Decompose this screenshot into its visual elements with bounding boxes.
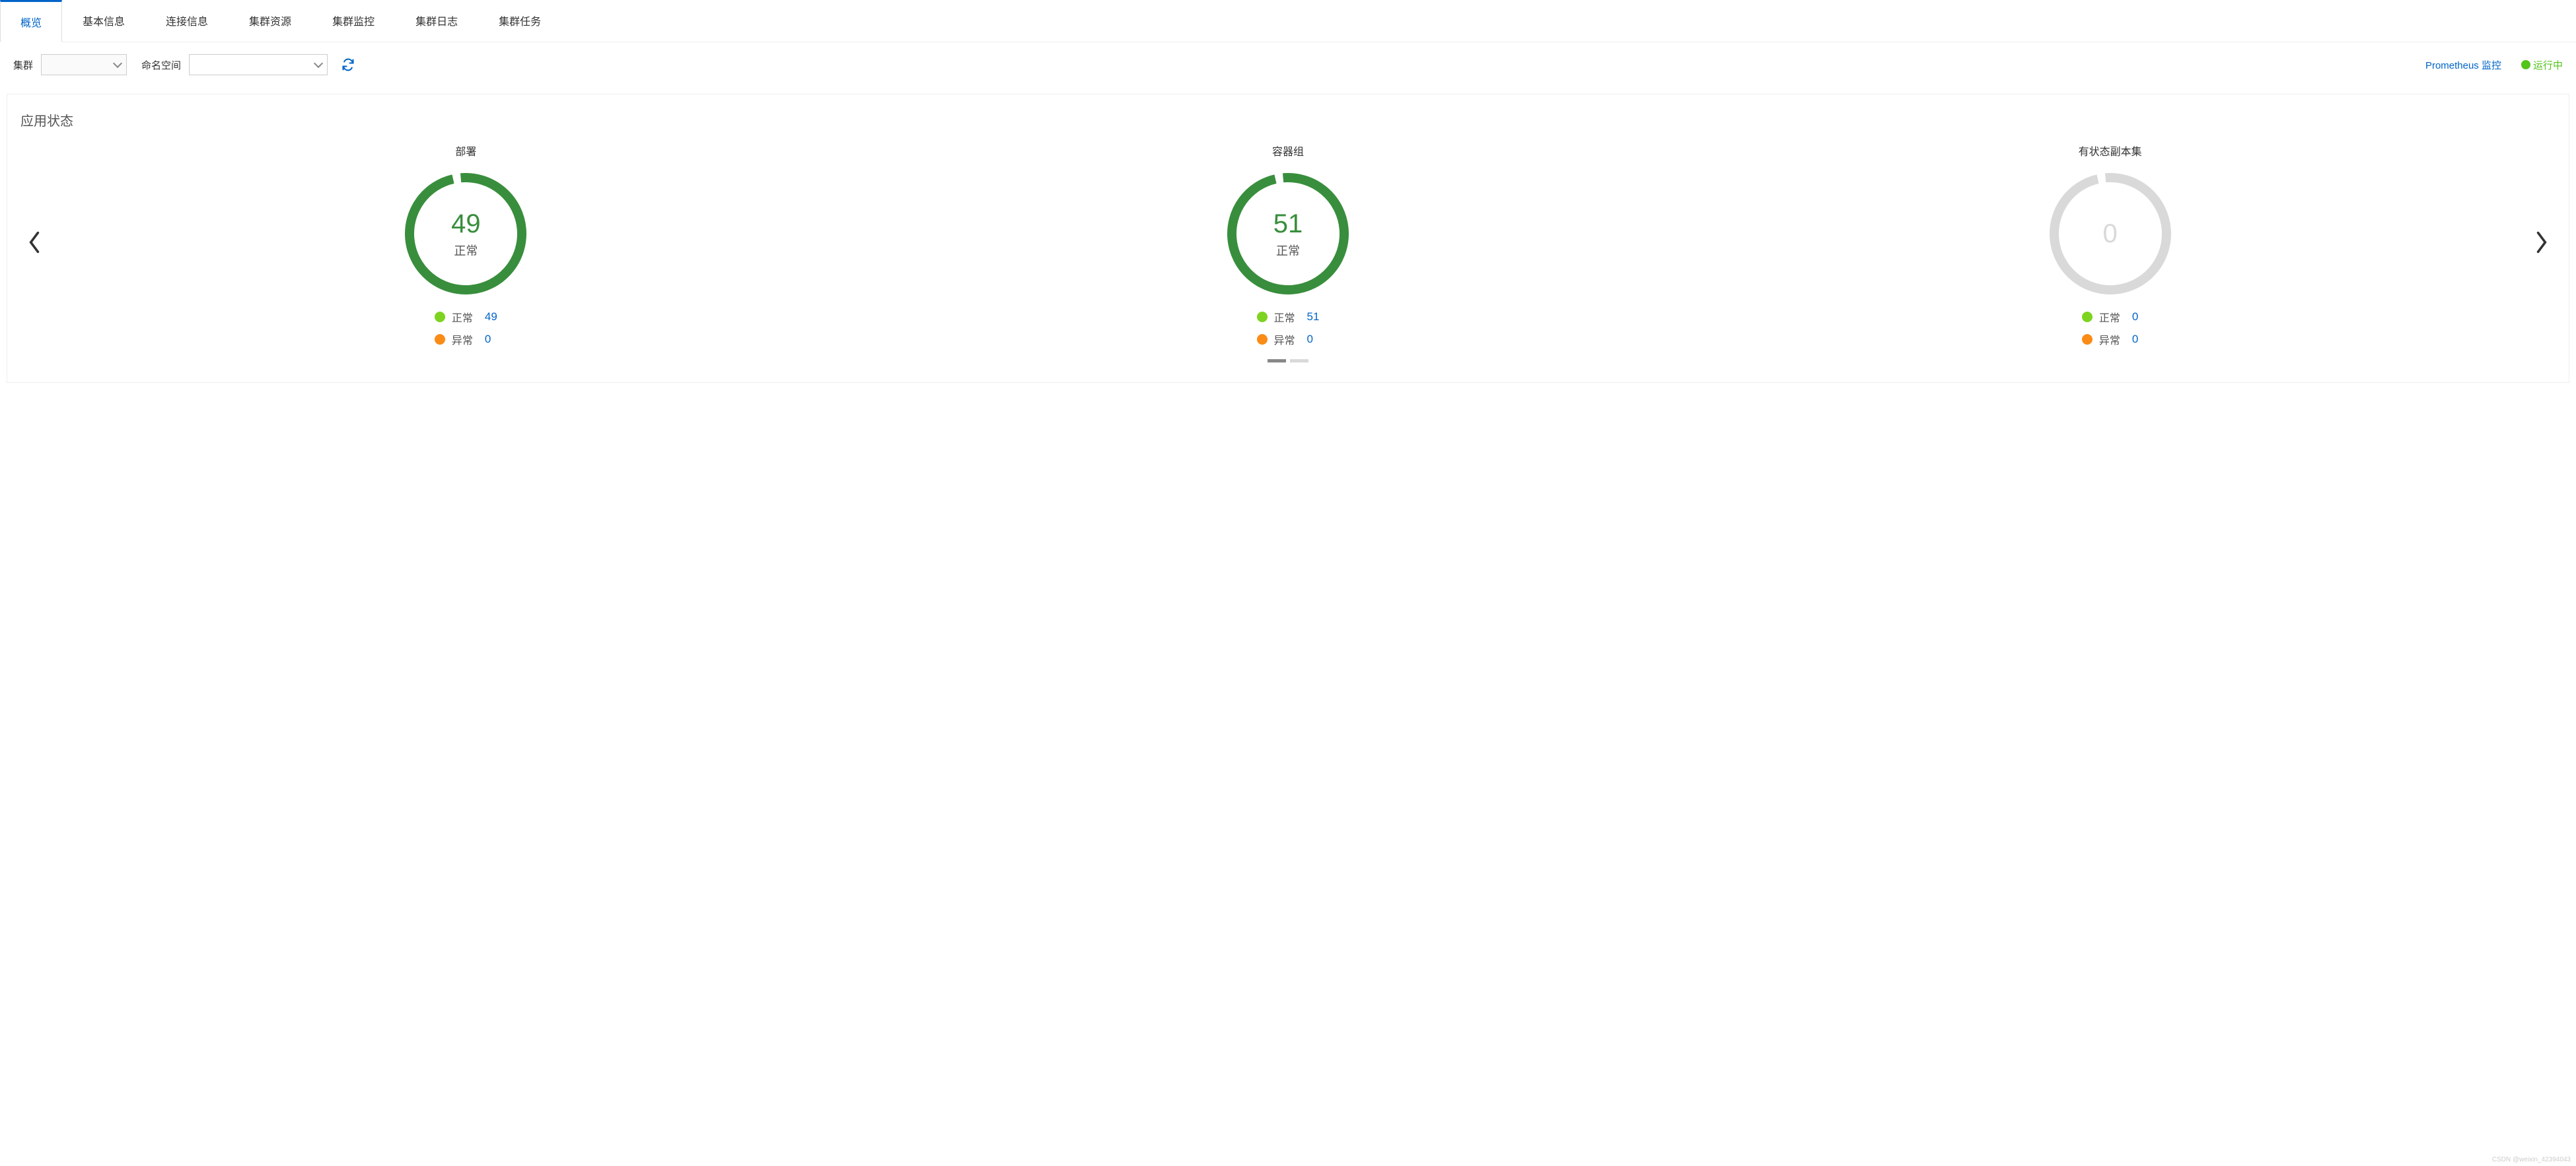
legend-value: 0 — [1307, 333, 1313, 346]
ring-value: 49 — [451, 209, 481, 239]
chevron-down-icon — [113, 59, 122, 68]
legend-dot-icon — [1257, 312, 1268, 322]
section-title: 应用状态 — [20, 110, 2556, 129]
status-label: 运行中 — [2533, 58, 2563, 72]
toolbar: 集群 命名空间 Prometheus 监控 运行中 — [0, 42, 2576, 87]
ring-chart: 49 正常 — [400, 168, 532, 300]
panel-title: 容器组 — [1272, 143, 1304, 158]
legend-row-0[interactable]: 正常 51 — [1257, 309, 1320, 325]
legend-value: 0 — [2132, 310, 2138, 324]
ring-chart: 0 — [2044, 168, 2176, 300]
app-status-card: 应用状态 部署49正常正常49异常0容器组51正常正常51异常0有状态副本集0正… — [7, 94, 2569, 383]
legend-value: 49 — [485, 310, 497, 324]
tab-2[interactable]: 连接信息 — [145, 0, 229, 42]
cluster-label: 集群 — [13, 58, 33, 72]
tab-5[interactable]: 集群日志 — [395, 0, 478, 42]
legend-label: 异常 — [2099, 331, 2126, 347]
legend-label: 正常 — [452, 309, 478, 325]
legend-dot-icon — [2082, 312, 2093, 322]
ring-value: 0 — [2103, 219, 2118, 249]
legend-value: 51 — [1307, 310, 1320, 324]
legend-value: 0 — [485, 333, 491, 346]
page-indicator-0[interactable] — [1268, 359, 1286, 362]
legend-label: 异常 — [1274, 331, 1301, 347]
status-panel-1: 容器组51正常正常51异常0 — [1222, 143, 1354, 347]
carousel-pagination — [20, 359, 2556, 362]
carousel: 部署49正常正常49异常0容器组51正常正常51异常0有状态副本集0正常0异常0 — [20, 143, 2556, 347]
legend: 正常 51 异常 0 — [1257, 309, 1320, 347]
cluster-select[interactable] — [41, 54, 127, 75]
refresh-icon[interactable] — [341, 57, 355, 72]
chevron-down-icon — [314, 59, 323, 68]
status-panel-0: 部署49正常正常49异常0 — [400, 143, 532, 347]
tab-0[interactable]: 概览 — [0, 0, 62, 42]
legend-dot-icon — [435, 334, 445, 345]
status-panel-2: 有状态副本集 0 正常 0 异常 0 — [2044, 143, 2176, 347]
tabs: 概览基本信息连接信息集群资源集群监控集群日志集群任务 — [0, 0, 2576, 42]
panel-title: 有状态副本集 — [2079, 143, 2142, 158]
status-badge: 运行中 — [2521, 58, 2563, 72]
legend-row-1[interactable]: 异常 0 — [435, 331, 491, 347]
legend-dot-icon — [2082, 334, 2093, 345]
panel-title: 部署 — [455, 143, 476, 158]
ring-chart: 51 正常 — [1222, 168, 1354, 300]
namespace-select[interactable] — [189, 54, 328, 75]
legend: 正常 49 异常 0 — [435, 309, 497, 347]
page-indicator-1[interactable] — [1290, 359, 1308, 362]
status-dot-icon — [2521, 60, 2530, 69]
tab-1[interactable]: 基本信息 — [62, 0, 145, 42]
ring-label: 正常 — [454, 242, 478, 259]
carousel-prev-button[interactable] — [20, 230, 48, 259]
legend-label: 正常 — [2099, 309, 2126, 325]
tab-4[interactable]: 集群监控 — [312, 0, 395, 42]
legend-label: 异常 — [452, 331, 478, 347]
legend-row-0[interactable]: 正常 49 — [435, 309, 497, 325]
ring-value: 51 — [1273, 209, 1303, 239]
watermark: CSDN @weixin_42394043 — [2492, 1156, 2571, 1163]
carousel-next-button[interactable] — [2528, 230, 2556, 259]
legend-row-0[interactable]: 正常 0 — [2082, 309, 2138, 325]
panels: 部署49正常正常49异常0容器组51正常正常51异常0有状态副本集0正常0异常0 — [55, 143, 2521, 347]
legend-row-1[interactable]: 异常 0 — [2082, 331, 2138, 347]
prometheus-link[interactable]: Prometheus 监控 — [2425, 58, 2501, 72]
legend-value: 0 — [2132, 333, 2138, 346]
legend-label: 正常 — [1274, 309, 1301, 325]
ring-label: 正常 — [1276, 242, 1300, 259]
legend-dot-icon — [435, 312, 445, 322]
legend: 正常 0 异常 0 — [2082, 309, 2138, 347]
tab-6[interactable]: 集群任务 — [478, 0, 561, 42]
namespace-label: 命名空间 — [141, 58, 181, 72]
legend-row-1[interactable]: 异常 0 — [1257, 331, 1313, 347]
legend-dot-icon — [1257, 334, 1268, 345]
tab-3[interactable]: 集群资源 — [229, 0, 312, 42]
